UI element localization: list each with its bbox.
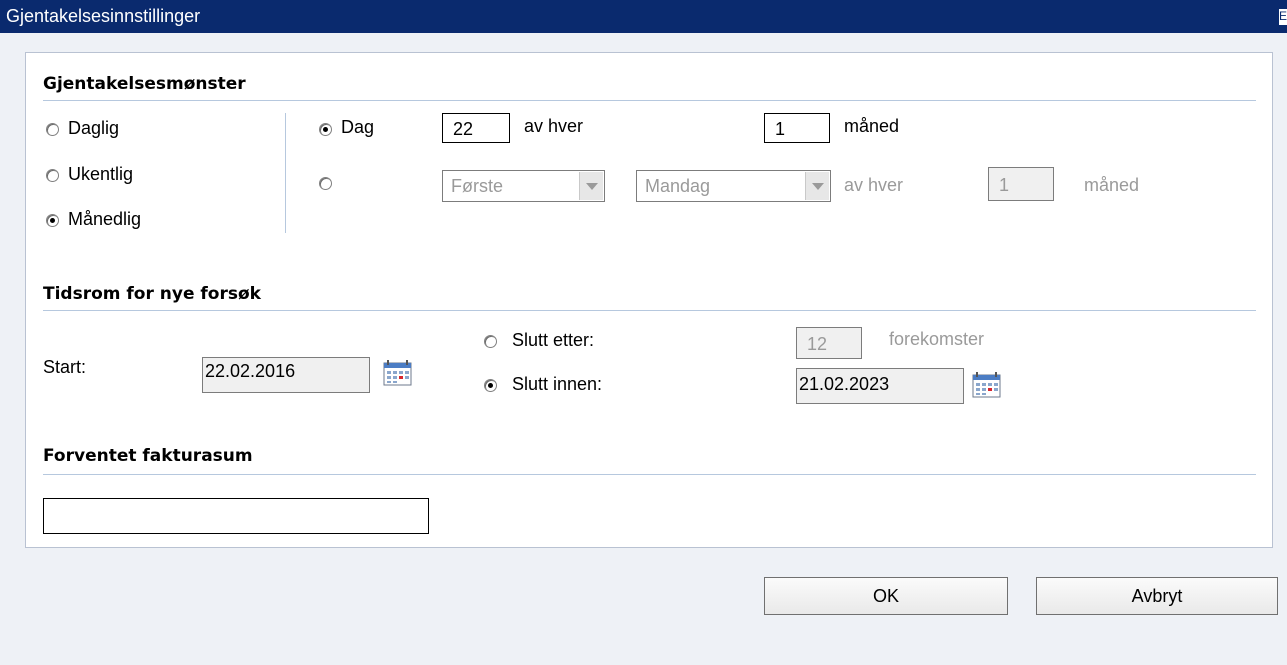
of-every-label-2: av hver	[844, 175, 904, 195]
weekday-value: Mandag	[645, 176, 711, 196]
pattern-heading: Gjentakelsesmønster	[43, 74, 246, 94]
month-unit-label-2: måned	[1084, 175, 1140, 195]
month-unit-label: måned	[844, 116, 900, 136]
range-heading: Tidsrom for nye forsøk	[43, 284, 261, 304]
invoice-amount-input[interactable]	[43, 498, 429, 534]
weekly-radio[interactable]	[46, 169, 59, 182]
settings-panel: Gjentakelsesmønster Daglig Ukentlig Måne…	[25, 52, 1273, 548]
of-every-label: av hver	[524, 116, 584, 136]
month-interval-input[interactable]: 1	[764, 113, 830, 143]
ordinal-select[interactable]: Første	[442, 170, 605, 202]
ok-button[interactable]: OK	[764, 577, 1008, 615]
daily-radio[interactable]	[46, 123, 59, 136]
day-option-radio[interactable]	[319, 123, 332, 136]
pattern-divider	[43, 100, 1256, 101]
end-date-input[interactable]: 21.02.2023	[796, 368, 964, 404]
invoice-heading: Forventet fakturasum	[43, 446, 253, 466]
weekly-label: Ukentlig	[68, 164, 134, 184]
dialog-titlebar: Gjentakelsesinnstillinger E	[0, 0, 1287, 33]
day-option-label: Dag	[341, 117, 375, 137]
monthly-radio[interactable]	[46, 214, 59, 227]
dialog-title: Gjentakelsesinnstillinger	[6, 6, 201, 26]
ordinal-value: Første	[451, 176, 503, 196]
end-after-radio[interactable]	[484, 335, 497, 348]
calendar-icon[interactable]	[972, 372, 1002, 398]
pattern-vertical-divider	[285, 113, 286, 233]
cancel-button[interactable]: Avbryt	[1036, 577, 1278, 615]
chevron-down-icon[interactable]	[579, 172, 603, 200]
start-date-input[interactable]: 22.02.2016	[202, 357, 370, 393]
start-label: Start:	[43, 357, 87, 377]
occurrences-input[interactable]: 12	[796, 327, 862, 359]
monthly-label: Månedlig	[68, 209, 142, 229]
close-icon[interactable]: E	[1279, 9, 1287, 25]
end-by-label: Slutt innen:	[512, 374, 603, 394]
weekday-option-radio[interactable]	[319, 177, 332, 190]
weekday-select[interactable]: Mandag	[636, 170, 831, 202]
invoice-divider	[43, 474, 1256, 475]
daily-label: Daglig	[68, 118, 120, 138]
range-divider	[43, 310, 1256, 311]
calendar-icon[interactable]	[383, 360, 413, 386]
occurrences-label: forekomster	[889, 329, 985, 349]
day-number-input[interactable]: 22	[442, 113, 510, 143]
chevron-down-icon[interactable]	[805, 172, 829, 200]
month-interval-input-2[interactable]: 1	[988, 167, 1054, 201]
end-by-radio[interactable]	[484, 379, 497, 392]
end-after-label: Slutt etter:	[512, 330, 595, 350]
